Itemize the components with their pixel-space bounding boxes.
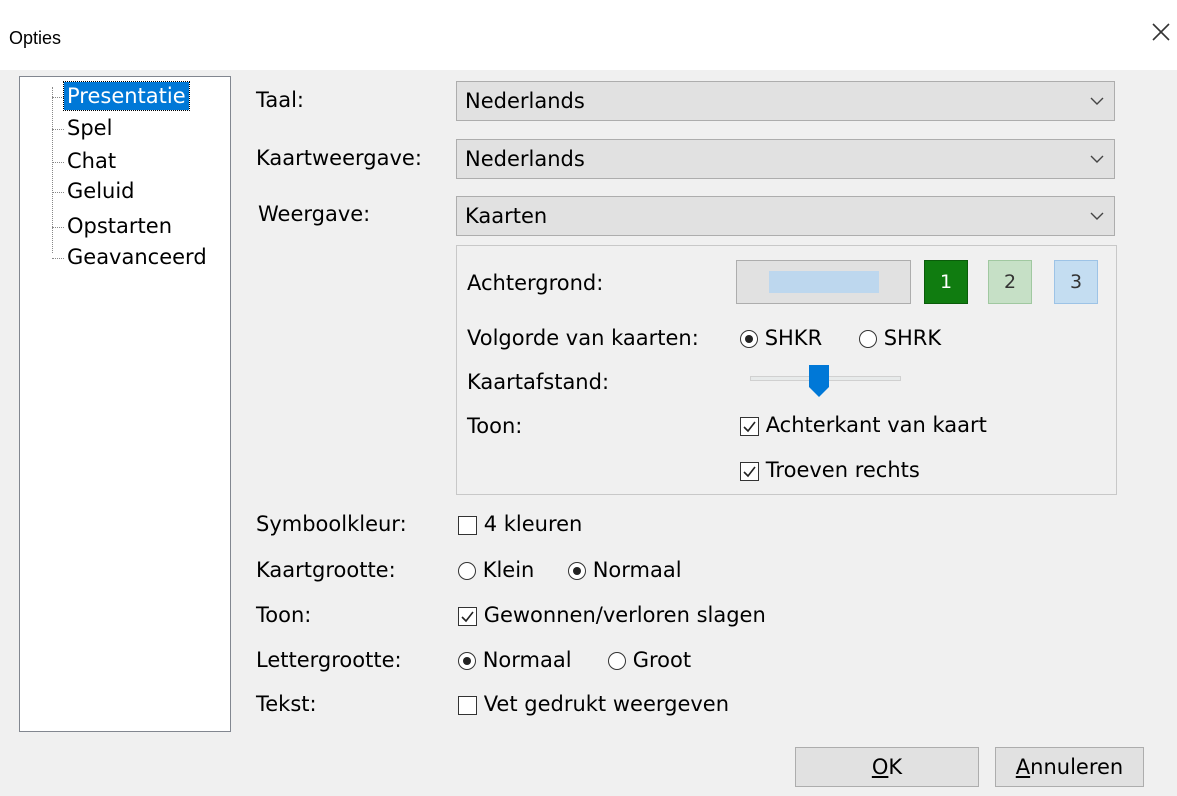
chevron-down-icon: [1090, 212, 1104, 220]
tree-item-opstarten[interactable]: Opstarten: [20, 212, 225, 242]
bold-text-label: Vet gedrukt weergeven: [483, 692, 730, 716]
language-value: Nederlands: [465, 89, 585, 113]
card-size-normal-radio[interactable]: Normaal: [568, 558, 682, 582]
tree-item-label: Spel: [67, 116, 113, 140]
language-select[interactable]: Nederlands: [456, 81, 1115, 121]
symbol-color-label: Symboolkleur:: [256, 512, 407, 536]
display-label: Weergave:: [258, 202, 371, 226]
font-size-large-radio[interactable]: Groot: [608, 648, 691, 672]
card-display-select[interactable]: Nederlands: [456, 139, 1115, 179]
card-spacing-slider-thumb[interactable]: [809, 365, 829, 398]
background-color-swatch: [769, 271, 879, 293]
checkbox-empty-icon: [458, 515, 477, 535]
radio-selected-icon: [568, 562, 586, 580]
tree-item-label: Geavanceerd: [67, 245, 207, 269]
bold-text-checkbox[interactable]: Vet gedrukt weergeven: [458, 692, 729, 716]
card-order-shrk-radio[interactable]: SHRK: [859, 326, 941, 350]
card-size-normal-label: Normaal: [592, 558, 682, 582]
tree-branch: [52, 162, 64, 163]
tree-branch: [52, 129, 64, 130]
checkbox-checked-icon: [458, 606, 477, 626]
tree-item-label: Presentatie: [63, 81, 190, 111]
tree-item-spel[interactable]: Spel: [20, 114, 225, 144]
cancel-label-rest: nnuleren: [1030, 755, 1124, 779]
tree-item-chat[interactable]: Chat: [20, 147, 225, 177]
trumps-right-label: Troeven rechts: [765, 458, 920, 482]
chevron-down-icon: [1090, 97, 1104, 105]
radio-selected-icon: [458, 652, 476, 670]
card-size-small-label: Klein: [482, 558, 535, 582]
checkbox-checked-icon: [740, 461, 759, 481]
title-bar: [0, 0, 1177, 70]
tree-branch: [52, 192, 64, 193]
radio-empty-icon: [458, 562, 476, 580]
tree-item-label: Chat: [67, 149, 117, 173]
tree-branch: [52, 227, 64, 228]
window-title: Opties: [9, 28, 62, 48]
tree-item-geavanceerd[interactable]: Geavanceerd: [20, 243, 225, 273]
card-display-value: Nederlands: [465, 147, 585, 171]
ok-mnemonic: O: [871, 755, 889, 779]
font-size-normal-radio[interactable]: Normaal: [458, 648, 572, 672]
radio-selected-icon: [740, 330, 758, 348]
text-label: Tekst:: [256, 692, 317, 716]
font-size-normal-label: Normaal: [482, 648, 572, 672]
card-order-label: Volgorde van kaarten:: [467, 326, 699, 350]
ok-button[interactable]: OK: [795, 747, 979, 787]
chevron-down-icon: [1090, 155, 1104, 163]
language-label: Taal:: [256, 88, 304, 112]
tree-branch: [52, 258, 64, 259]
card-spacing-label: Kaartafstand:: [467, 370, 610, 394]
checkbox-checked-icon: [740, 416, 759, 436]
ok-label-rest: K: [888, 755, 903, 779]
preset-color-button-3[interactable]: 3: [1054, 260, 1098, 304]
close-button[interactable]: [1147, 18, 1175, 46]
radio-empty-icon: [859, 330, 877, 348]
card-size-label: Kaartgrootte:: [256, 558, 396, 582]
options-tree: Presentatie Spel Chat Geluid Opstarten G…: [19, 76, 231, 732]
show-label: Toon:: [256, 603, 312, 627]
won-lost-tricks-checkbox[interactable]: Gewonnen/verloren slagen: [458, 603, 766, 627]
preset-color-button-2[interactable]: 2: [988, 260, 1032, 304]
won-lost-tricks-label: Gewonnen/verloren slagen: [483, 603, 766, 627]
tree-item-label: Geluid: [67, 179, 135, 203]
tree-branch: [52, 97, 64, 98]
cancel-mnemonic: A: [1015, 755, 1031, 779]
card-display-label: Kaartweergave:: [256, 146, 422, 170]
card-order-shkr-label: SHKR: [764, 326, 823, 350]
background-label: Achtergrond:: [467, 271, 604, 295]
tree-item-geluid[interactable]: Geluid: [20, 177, 225, 207]
card-size-small-radio[interactable]: Klein: [458, 558, 534, 582]
radio-empty-icon: [608, 652, 626, 670]
card-order-shrk-label: SHRK: [883, 326, 942, 350]
tree-item-presentatie[interactable]: Presentatie: [20, 81, 225, 112]
card-back-label: Achterkant van kaart: [765, 413, 987, 437]
tree-item-label: Opstarten: [67, 214, 172, 238]
checkbox-empty-icon: [458, 695, 477, 715]
close-icon: [1152, 23, 1170, 41]
display-value: Kaarten: [465, 204, 548, 228]
slider-thumb-icon: [809, 365, 829, 397]
four-colors-label: 4 kleuren: [483, 512, 583, 536]
trumps-right-checkbox[interactable]: Troeven rechts: [740, 458, 920, 482]
preset-color-button-1[interactable]: 1: [924, 260, 968, 304]
font-size-label: Lettergrootte:: [256, 648, 402, 672]
four-colors-checkbox[interactable]: 4 kleuren: [458, 512, 582, 536]
card-order-shkr-radio[interactable]: SHKR: [740, 326, 822, 350]
font-size-large-label: Groot: [632, 648, 692, 672]
show-group-label: Toon:: [467, 414, 523, 438]
display-select[interactable]: Kaarten: [456, 196, 1115, 236]
background-color-button[interactable]: [736, 260, 911, 304]
cancel-button[interactable]: Annuleren: [995, 747, 1144, 787]
card-back-checkbox[interactable]: Achterkant van kaart: [740, 413, 987, 437]
